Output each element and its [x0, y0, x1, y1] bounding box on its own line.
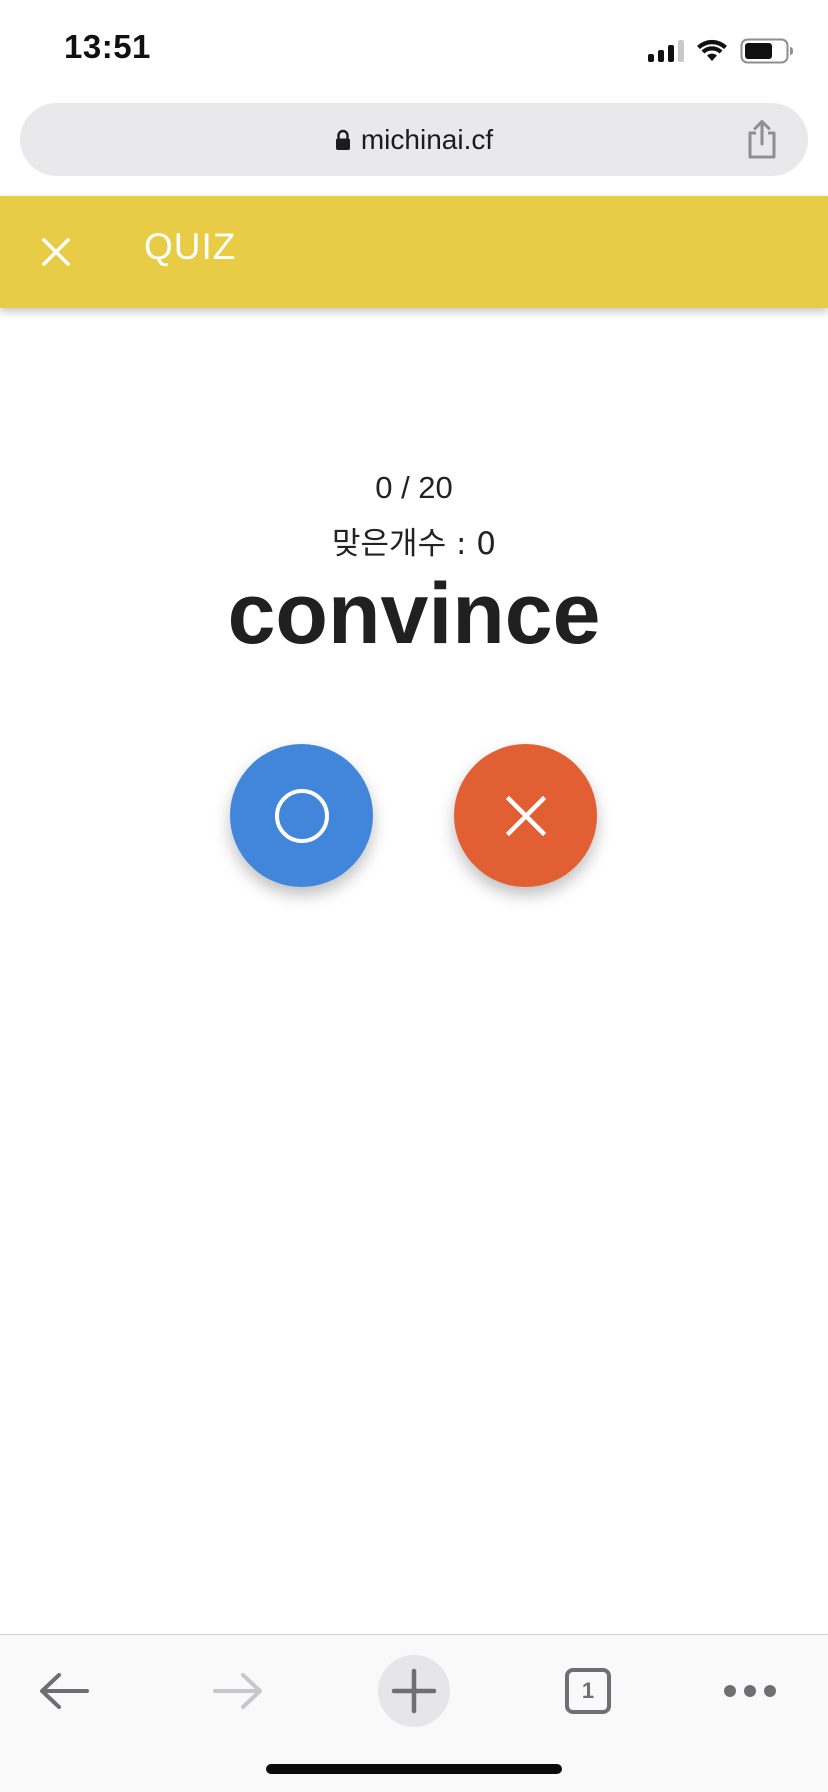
app-header: QUIZ — [0, 196, 828, 308]
share-icon[interactable] — [744, 119, 780, 159]
browser-toolbar: 1 — [0, 1635, 828, 1745]
circle-o-icon — [274, 788, 329, 843]
status-bar: 13:51 — [0, 0, 828, 96]
more-icon — [724, 1685, 776, 1697]
quiz-word: convince — [227, 566, 601, 662]
url-text: michinai.cf — [360, 123, 494, 155]
cellular-signal-icon — [648, 40, 684, 62]
url-display: michinai.cf — [20, 103, 808, 176]
lock-icon — [335, 129, 350, 150]
x-mark-icon — [505, 795, 546, 836]
forward-arrow-icon — [213, 1673, 262, 1709]
tabs-icon: 1 — [565, 1668, 611, 1714]
close-icon — [41, 237, 71, 267]
home-indicator[interactable] — [266, 1764, 562, 1774]
back-button[interactable] — [24, 1655, 104, 1727]
tabs-button[interactable]: 1 — [548, 1655, 628, 1727]
page-title: QUIZ — [144, 226, 237, 267]
more-button[interactable] — [710, 1655, 790, 1727]
new-tab-button[interactable] — [374, 1655, 454, 1727]
tab-count: 1 — [581, 1678, 595, 1703]
battery-icon — [740, 38, 793, 64]
url-bar[interactable]: michinai.cf — [20, 103, 808, 176]
status-icons — [648, 36, 794, 66]
new-tab-plus-icon — [378, 1655, 450, 1727]
correct-count: 맞은개수 : 0 — [332, 526, 496, 562]
status-time: 13:51 — [64, 28, 151, 65]
close-button[interactable] — [36, 228, 76, 276]
quiz-progress: 0 / 20 — [375, 470, 453, 505]
wifi-icon — [697, 39, 727, 61]
answer-x-button[interactable] — [454, 744, 597, 887]
answer-o-button[interactable] — [230, 744, 373, 887]
forward-button[interactable] — [198, 1655, 278, 1727]
back-arrow-icon — [40, 1673, 89, 1709]
